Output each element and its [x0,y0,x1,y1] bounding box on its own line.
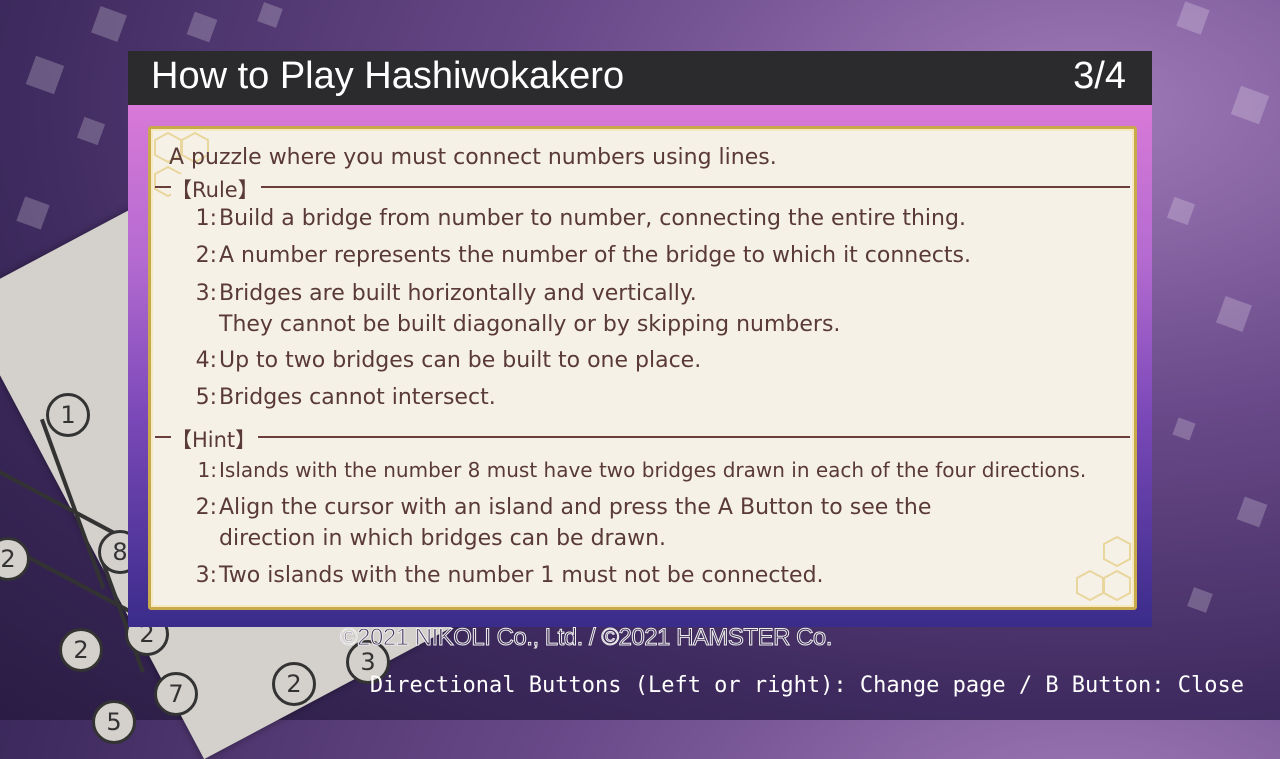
intro-text: A puzzle where you must connect numbers … [169,145,777,170]
page-title: How to Play Hashiwokakero [151,55,625,97]
hint-item: 3: Two islands with the number 1 must no… [193,560,824,591]
rule-item-number: 1: [195,206,217,231]
puzzle-island: 1 [46,393,90,437]
rule-item-number: 5: [195,385,217,410]
hint-divider [155,436,1130,438]
puzzle-island: 2 [272,662,316,706]
rule-item-text: Bridges are built horizontally and verti… [219,281,841,337]
rule-divider [155,186,1130,188]
rule-item-text: Build a bridge from number to number, co… [219,206,966,231]
rule-item-text: Bridges cannot intersect. [219,385,496,410]
hint-item-number: 1: [197,458,217,482]
page-indicator: 3/4 [1073,55,1126,97]
hint-item: 1: Islands with the number 8 must have t… [193,455,1087,486]
rule-item-text: Up to two bridges can be built to one pl… [219,348,702,373]
hexagon-pattern-icon [1076,535,1131,602]
hint-item-text: Align the cursor with an island and pres… [219,495,932,551]
puzzle-island: 2 [0,537,30,581]
puzzle-island: 5 [92,700,136,744]
hint-item: 2: Align the cursor with an island and p… [193,492,932,554]
rule-item: 1: Build a bridge from number to number,… [193,203,966,234]
rule-item: 4: Up to two bridges can be built to one… [193,345,702,376]
rule-item-number: 4: [195,348,217,373]
hint-item-text: Two islands with the number 1 must not b… [219,563,824,588]
title-bar: How to Play Hashiwokakero 3/4 [128,51,1152,105]
hint-item-number: 2: [195,495,217,520]
rule-item-number: 2: [195,243,217,268]
puzzle-island: 2 [59,628,103,672]
rule-item-number: 3: [195,281,217,306]
controls-hint: Directional Buttons (Left or right): Cha… [369,673,1244,698]
hint-heading: 【Hint】 [171,424,259,454]
hint-item-text: Islands with the number 8 must have two … [219,458,1087,482]
help-content-box: A puzzle where you must connect numbers … [148,126,1137,610]
hint-item-number: 3: [195,563,217,588]
rule-item: 3: Bridges are built horizontally and ve… [193,278,841,340]
rule-item: 2: A number represents the number of the… [193,240,971,271]
rule-heading: 【Rule】 [171,174,261,204]
copyright-notice: ©2021 NIKOLI Co., Ltd. / ©2021 HAMSTER C… [340,624,833,652]
rule-item-text: A number represents the number of the br… [219,243,971,268]
rule-item: 5: Bridges cannot intersect. [193,382,496,413]
puzzle-island: 7 [154,672,198,716]
